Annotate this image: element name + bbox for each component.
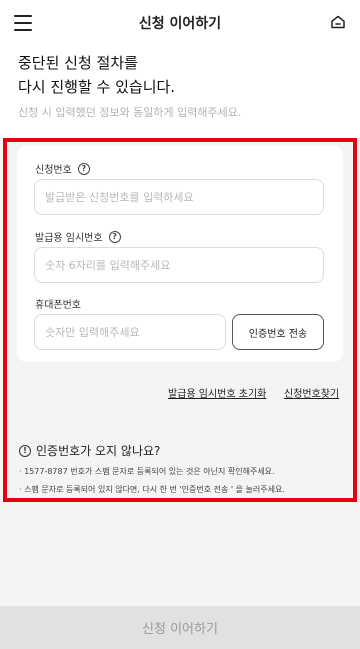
notice-item: · 스팸 문자로 등록되어 있지 않다면, 다시 한 번 '인증번호 전송 ' … xyxy=(19,485,285,494)
intro-heading-line1: 중단된 신청 절차를 xyxy=(18,54,138,72)
notice-item: · 1577-8787 번호가 스팸 문자로 등록되어 있는 것은 아닌지 확인… xyxy=(19,467,275,476)
application-number-label-text: 신청번호 xyxy=(35,165,72,176)
reset-temp-password-link[interactable]: 발급용 임시번호 초기화 xyxy=(168,385,266,400)
intro-heading-line2: 다시 진행할 수 있습니다. xyxy=(18,78,176,96)
intro-subtext: 신청 시 입력했던 정보와 동일하게 입력해주세요. xyxy=(18,106,242,119)
send-verification-code-button[interactable]: 인증번호 전송 xyxy=(232,314,324,350)
temp-password-input[interactable] xyxy=(34,247,324,283)
phone-input[interactable] xyxy=(34,314,226,350)
notice-title-text: 인증번호가 오지 않나요? xyxy=(36,444,161,458)
application-number-label: 신청번호 ? xyxy=(35,161,90,176)
find-application-number-link[interactable]: 신청번호찾기 xyxy=(284,385,339,400)
info-icon: ! xyxy=(19,444,31,457)
notice-title: ! 인증번호가 오지 않나요? xyxy=(19,442,160,459)
continue-application-button[interactable]: 신청 이어하기 xyxy=(0,606,360,649)
temp-password-label: 발급용 임시번호 ? xyxy=(35,229,121,244)
form-card: 신청번호 ? 발급용 임시번호 ? 휴대폰번호 인증번호 전송 xyxy=(17,146,343,362)
application-number-input[interactable] xyxy=(34,179,324,215)
intro-section: 중단된 신청 절차를 다시 진행할 수 있습니다. 신청 시 입력했던 정보와 … xyxy=(0,46,360,138)
phone-label: 휴대폰번호 xyxy=(35,296,81,311)
phone-label-text: 휴대폰번호 xyxy=(35,300,81,311)
hamburger-menu-icon[interactable] xyxy=(14,15,32,31)
home-icon[interactable] xyxy=(330,14,346,30)
temp-password-label-text: 발급용 임시번호 xyxy=(35,233,103,244)
question-icon[interactable]: ? xyxy=(108,230,121,243)
question-icon[interactable]: ? xyxy=(77,162,90,175)
app-header: 신청 이어하기 xyxy=(0,0,360,46)
page-title: 신청 이어하기 xyxy=(138,16,222,32)
